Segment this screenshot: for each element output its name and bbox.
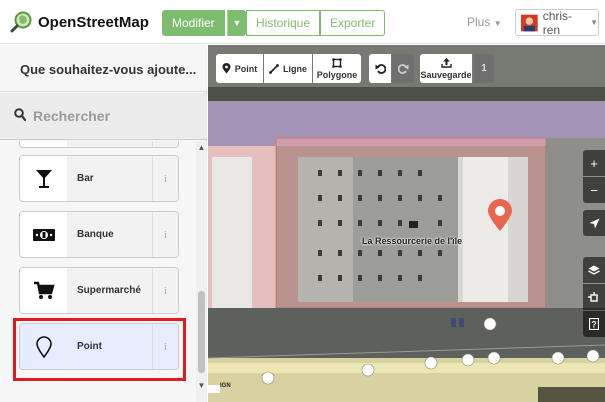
- search-icon: [14, 108, 26, 121]
- add-area-button[interactable]: Polygone: [313, 54, 361, 83]
- add-line-label: Ligne: [283, 63, 307, 74]
- add-point-label: Point: [234, 63, 258, 74]
- editing-toolbar: Point Ligne Polygone Sauvegarde 1: [208, 45, 605, 90]
- aerial-imagery: [208, 45, 605, 402]
- save-button[interactable]: Sauvegarde: [420, 54, 472, 83]
- more-label: Plus: [467, 15, 491, 29]
- minus-icon: −: [590, 182, 598, 198]
- measurement-panel-toggle[interactable]: [538, 387, 605, 402]
- banknote-icon: [32, 228, 55, 241]
- add-line-button[interactable]: Ligne: [264, 54, 312, 83]
- map-data-button[interactable]: [583, 284, 605, 310]
- info-icon[interactable]: i: [152, 212, 178, 257]
- map-data-icon: [588, 291, 598, 302]
- edit-dropdown-button[interactable]: ▼: [227, 10, 246, 36]
- preset-item-bank[interactable]: Banque i: [19, 211, 179, 258]
- preset-icon-box: [20, 268, 68, 313]
- add-point-button[interactable]: Point: [216, 54, 263, 83]
- preset-item-supermarket[interactable]: Supermarché i: [19, 267, 179, 314]
- sidebar-header: Que souhaitez-vous ajoute...: [0, 45, 207, 92]
- sidebar-title: Que souhaitez-vous ajoute...: [20, 62, 197, 77]
- background-layers-button[interactable]: [583, 257, 605, 283]
- preset-list-scrollbar[interactable]: ▲ ▼: [196, 141, 207, 402]
- search-input[interactable]: [33, 106, 193, 126]
- osm-logo[interactable]: OpenStreetMap: [10, 11, 149, 33]
- location-arrow-icon: [589, 218, 599, 228]
- map-pin-icon: [222, 63, 231, 74]
- scroll-up-arrow-icon[interactable]: ▲: [196, 143, 207, 152]
- edit-button[interactable]: Modifier: [162, 10, 225, 36]
- svg-text:?: ?: [591, 320, 597, 330]
- upload-icon: [440, 57, 452, 68]
- line-icon: [269, 63, 279, 74]
- redo-icon: [397, 64, 408, 74]
- plus-icon: +: [590, 155, 598, 171]
- shopping-cart-icon: [33, 281, 55, 299]
- zoom-out-button[interactable]: −: [583, 177, 605, 203]
- preset-item-hidden[interactable]: [19, 141, 179, 148]
- scroll-down-arrow-icon[interactable]: ▼: [196, 381, 207, 390]
- caret-down-icon: ▼: [493, 19, 502, 28]
- preset-label: Bar: [68, 156, 152, 201]
- layers-icon: [588, 265, 600, 275]
- save-label: Sauvegarde: [420, 69, 472, 80]
- help-icon: ?: [589, 318, 599, 330]
- export-button[interactable]: Exporter: [320, 10, 386, 36]
- help-button[interactable]: ?: [583, 311, 605, 337]
- caret-down-icon: ▼: [232, 18, 242, 28]
- geolocate-button[interactable]: [583, 210, 605, 236]
- preset-label: Banque: [68, 212, 152, 257]
- top-navbar: OpenStreetMap Modifier ▼ Historique Expo…: [0, 0, 605, 44]
- save-count-badge: 1: [474, 54, 494, 83]
- info-icon[interactable]: i: [152, 156, 178, 201]
- add-area-label: Polygone: [316, 69, 358, 80]
- map-canvas[interactable]: La Ressourcerie de l'île IGN Point Ligne…: [208, 45, 605, 402]
- scroll-thumb[interactable]: [198, 291, 205, 373]
- logo-text: OpenStreetMap: [38, 13, 149, 31]
- redo-button[interactable]: [392, 54, 414, 83]
- username: chris-ren: [542, 8, 573, 37]
- zoom-in-button[interactable]: +: [583, 150, 605, 176]
- preset-icon-box: [20, 156, 68, 201]
- info-icon[interactable]: i: [152, 268, 178, 313]
- place-label[interactable]: La Ressourcerie de l'île: [362, 236, 462, 246]
- polygon-icon: [332, 57, 342, 68]
- avatar: [521, 14, 538, 31]
- selection-highlight-box: [13, 318, 186, 381]
- caret-down-icon: ▼: [590, 18, 598, 27]
- preset-icon-box: [20, 212, 68, 257]
- undo-icon: [375, 64, 386, 74]
- more-menu[interactable]: Plus ▼: [467, 15, 502, 29]
- imagery-attribution: IGN: [220, 383, 231, 389]
- undo-button[interactable]: [369, 54, 391, 83]
- history-button[interactable]: Historique: [246, 10, 321, 36]
- search-bar: [0, 93, 207, 140]
- osm-magnifier-icon: [10, 11, 32, 33]
- preset-label: Supermarché: [68, 268, 152, 313]
- preset-item-bar[interactable]: Bar i: [19, 155, 179, 202]
- cocktail-glass-icon: [35, 169, 52, 188]
- user-menu-button[interactable]: chris-ren ▼: [515, 8, 599, 37]
